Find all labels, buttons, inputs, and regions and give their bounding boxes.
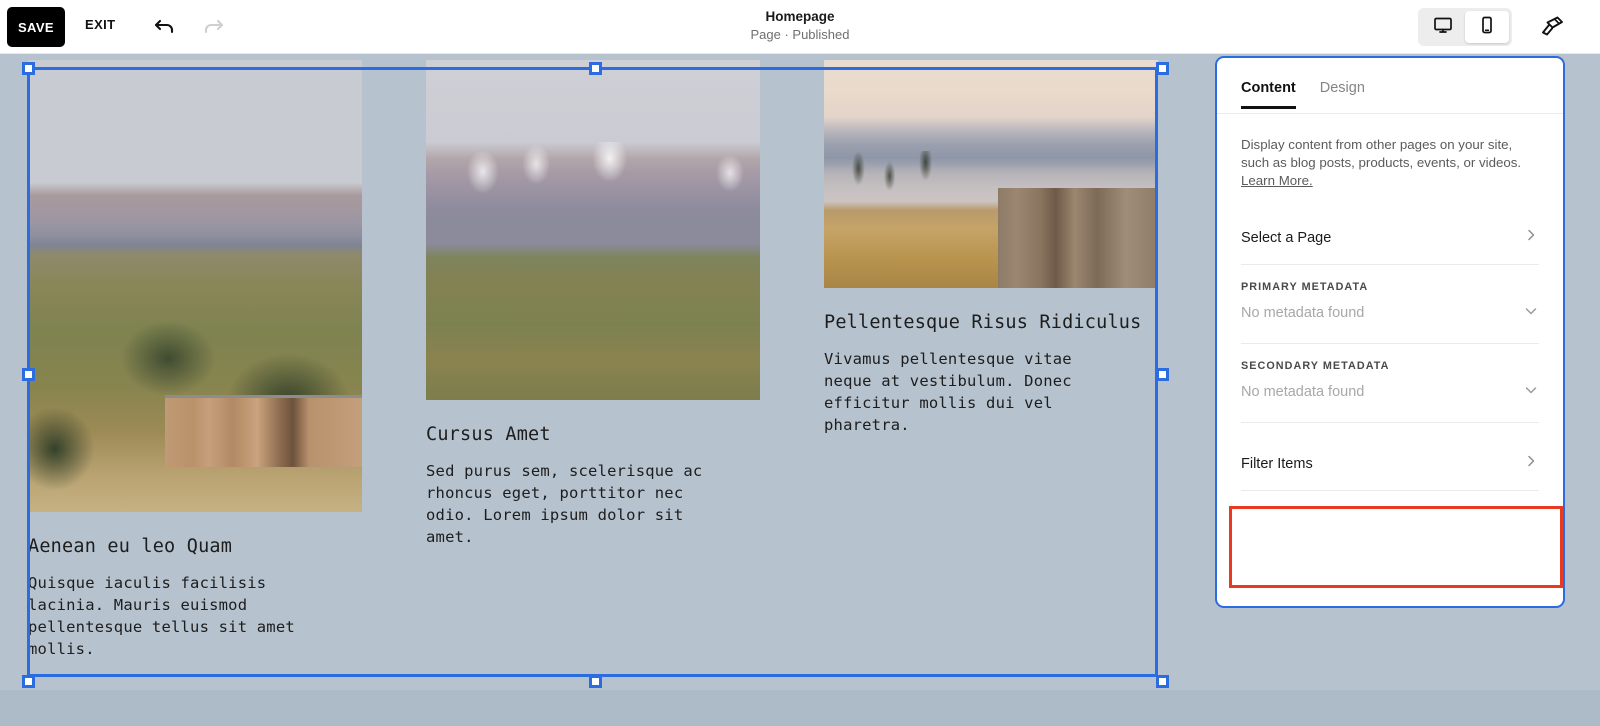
- grid-item-image[interactable]: [28, 60, 362, 512]
- resize-handle-bottom-right[interactable]: [1156, 675, 1169, 688]
- trees-shape: [844, 151, 965, 247]
- secondary-metadata-value: No metadata found: [1241, 384, 1365, 401]
- desktop-monitor-icon: [1433, 15, 1453, 40]
- secondary-metadata-select[interactable]: No metadata found: [1241, 372, 1539, 412]
- learn-more-link[interactable]: Learn More.: [1241, 173, 1313, 188]
- chevron-right-icon: [1523, 227, 1539, 248]
- grid-item[interactable]: Aenean eu leo Quam Quisque iaculis facil…: [28, 60, 362, 660]
- tab-design-label: Design: [1319, 80, 1365, 96]
- site-styles-button[interactable]: [1534, 10, 1570, 46]
- paintbrush-icon: [1538, 12, 1566, 45]
- page-canvas[interactable]: Aenean eu leo Quam Quisque iaculis facil…: [0, 54, 1600, 726]
- page-title-block: Homepage Page · Published: [0, 8, 1600, 44]
- filter-items-highlight: [1229, 506, 1563, 588]
- panel-description-text: Display content from other pages on your…: [1241, 137, 1522, 170]
- chevron-down-icon: [1523, 382, 1539, 403]
- redo-arrow-icon: [200, 12, 226, 43]
- redo-button[interactable]: [195, 9, 231, 45]
- device-option-desktop[interactable]: [1421, 11, 1465, 43]
- grid-item-body: Sed purus sem, scelerisque ac rhoncus eg…: [426, 462, 703, 546]
- content-grid: Aenean eu leo Quam Quisque iaculis facil…: [28, 60, 1158, 660]
- content-settings-panel[interactable]: Content Design Display content from othe…: [1215, 56, 1565, 608]
- page-status: Page · Published: [750, 27, 850, 42]
- page-title: Homepage: [765, 9, 835, 24]
- panel-body: Display content from other pages on your…: [1217, 136, 1563, 492]
- canvas-bottom-strip: [0, 690, 1600, 726]
- tab-content[interactable]: Content: [1241, 80, 1296, 109]
- tab-content-label: Content: [1241, 80, 1296, 96]
- select-a-page-label: Select a Page: [1241, 229, 1332, 246]
- cabin-shape: [164, 394, 362, 467]
- exit-button[interactable]: EXIT: [85, 17, 116, 32]
- panel-tab-bar: Content Design: [1217, 58, 1563, 114]
- secondary-metadata-group: SECONDARY METADATA No metadata found: [1241, 344, 1539, 424]
- resize-handle-bottom-left[interactable]: [22, 675, 35, 688]
- chevron-down-icon: [1523, 303, 1539, 324]
- grid-item-body: Vivamus pellentesque vitae neque at vest…: [824, 350, 1072, 434]
- filter-items-row[interactable]: Filter Items: [1241, 437, 1539, 492]
- exit-button-label: EXIT: [85, 17, 116, 32]
- grid-item[interactable]: Cursus Amet Sed purus sem, scelerisque a…: [426, 60, 760, 660]
- grid-item-image[interactable]: [824, 60, 1158, 288]
- resize-handle-bottom-center[interactable]: [589, 675, 602, 688]
- grid-item-image[interactable]: [426, 60, 760, 400]
- save-button[interactable]: SAVE: [7, 7, 65, 47]
- secondary-metadata-label: SECONDARY METADATA: [1241, 360, 1390, 373]
- device-preview-toggle[interactable]: [1418, 8, 1512, 46]
- grid-item-title: Cursus Amet: [426, 424, 551, 445]
- tab-design[interactable]: Design: [1320, 80, 1365, 109]
- mobile-phone-icon: [1477, 15, 1497, 40]
- grid-item[interactable]: Pellentesque Risus Ridiculus Vivamus pel…: [824, 60, 1158, 660]
- primary-metadata-group: PRIMARY METADATA No metadata found: [1241, 265, 1539, 345]
- save-button-label: SAVE: [17, 19, 55, 35]
- primary-metadata-value: No metadata found: [1241, 305, 1365, 322]
- primary-metadata-label: PRIMARY METADATA: [1241, 281, 1369, 294]
- undo-arrow-icon: [152, 12, 178, 43]
- grid-item-title: Aenean eu leo Quam: [28, 536, 233, 557]
- panel-description: Display content from other pages on your…: [1241, 136, 1539, 189]
- grid-item-body: Quisque iaculis facilisis lacinia. Mauri…: [28, 574, 295, 658]
- primary-metadata-select[interactable]: No metadata found: [1241, 293, 1539, 333]
- select-a-page-row[interactable]: Select a Page: [1241, 211, 1539, 266]
- snow-peaks-shape: [426, 141, 760, 217]
- editor-top-bar: SAVE EXIT Homepage Page · Published: [0, 0, 1600, 54]
- grid-item-title: Pellentesque Risus Ridiculus: [824, 312, 1142, 333]
- chevron-right-icon: [1523, 453, 1539, 474]
- filter-items-label: Filter Items: [1241, 455, 1313, 472]
- undo-button[interactable]: [147, 9, 183, 45]
- device-option-mobile[interactable]: [1465, 11, 1509, 43]
- cabin-shape: [997, 187, 1158, 288]
